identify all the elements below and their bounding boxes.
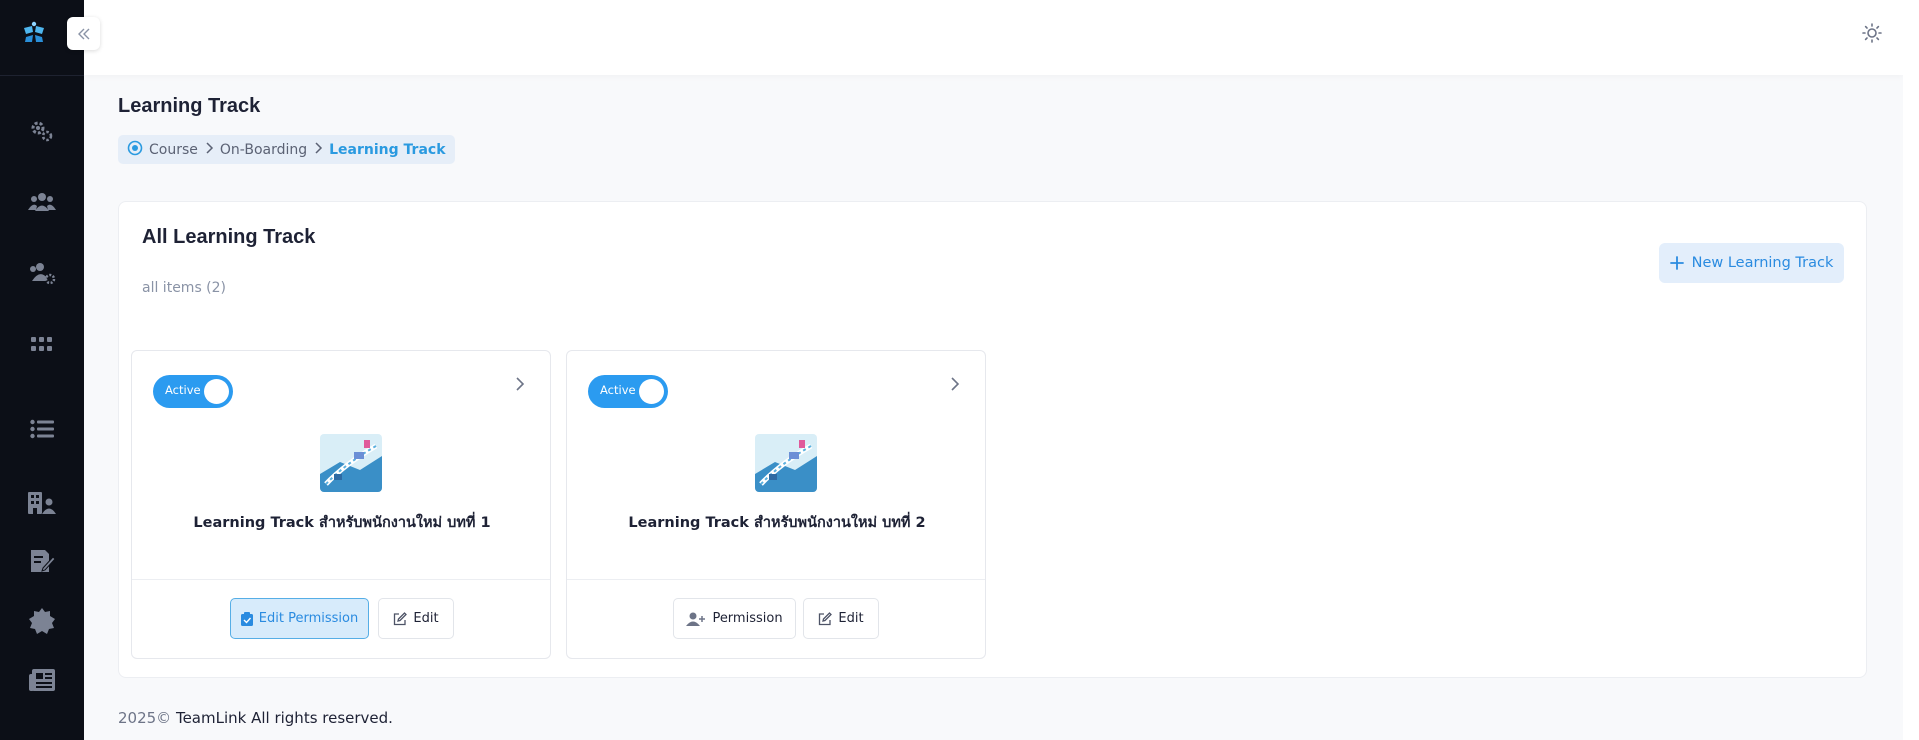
edit-label: Edit [413,611,439,626]
newspaper-icon[interactable] [27,665,57,695]
new-learning-track-label: New Learning Track [1691,255,1834,271]
card-divider [132,579,550,580]
edit-permission-label: Edit Permission [258,611,359,626]
target-icon [127,140,143,160]
track-name: Learning Track สำหรับพนักงานใหม่ บทที่ 2 [628,515,926,531]
item-count: all items (2) [142,280,227,296]
breadcrumb-learning-track: Learning Track [329,141,446,158]
edit-permission-button[interactable]: Edit Permission [230,598,369,639]
footer: 2025© TeamLink All rights reserved. [118,709,393,727]
edit-icon [394,611,408,625]
clipboard-check-icon [240,611,253,626]
track-card: Active Learning Track สำหรับพนักงานใหม่ … [566,350,986,659]
add-user-icon [686,612,706,626]
active-toggle[interactable]: Active [153,375,233,408]
toggle-label: Active [165,383,201,397]
edit-label: Edit [838,611,864,626]
edit-icon [819,611,833,625]
track-thumbnail [755,434,817,492]
edit-button[interactable]: Edit [803,598,879,639]
badge-icon[interactable] [27,606,57,636]
app-logo-icon[interactable] [20,20,48,48]
chevron-right-icon[interactable] [945,374,965,394]
apps-grid-icon[interactable] [27,330,57,360]
chevron-right-icon [313,141,323,158]
plus-icon [1669,256,1684,270]
toggle-knob [639,379,664,404]
footer-year: 2025© [118,709,172,727]
permission-label: Permission [712,611,783,626]
panel-title: All Learning Track [142,226,316,248]
sidebar-divider [0,75,84,76]
new-learning-track-button[interactable]: New Learning Track [1659,243,1844,283]
scrollbar-track [1903,0,1919,740]
building-icon[interactable] [27,487,57,517]
breadcrumb: Course On-Boarding Learning Track [118,135,455,164]
track-name: Learning Track สำหรับพนักงานใหม่ บทที่ 1 [193,515,491,531]
toggle-label: Active [600,383,636,397]
active-toggle[interactable]: Active [588,375,668,408]
sidebar [0,0,84,740]
sidebar-collapse-button[interactable] [67,17,100,50]
users-icon[interactable] [27,187,57,217]
footer-text: TeamLink All rights reserved. [171,709,393,727]
user-group-settings-icon[interactable] [27,258,57,288]
topbar [84,0,1919,75]
chevron-right-icon[interactable] [510,374,530,394]
breadcrumb-course[interactable]: Course [149,142,198,158]
page-title: Learning Track [118,95,261,117]
document-edit-icon[interactable] [27,546,57,576]
theme-toggle-sun-icon[interactable] [1861,22,1883,44]
card-divider [567,579,985,580]
double-chevron-left-icon [77,28,89,39]
list-icon[interactable] [27,414,57,444]
toggle-knob [204,379,229,404]
track-card: Active Learning Track สำหรับพนักงานใหม่ … [131,350,551,659]
edit-button[interactable]: Edit [378,598,454,639]
breadcrumb-onboarding[interactable]: On-Boarding [220,142,307,158]
track-thumbnail [320,434,382,492]
settings-gears-icon[interactable] [27,116,57,146]
permission-button[interactable]: Permission [673,598,796,639]
chevron-right-icon [204,141,214,158]
